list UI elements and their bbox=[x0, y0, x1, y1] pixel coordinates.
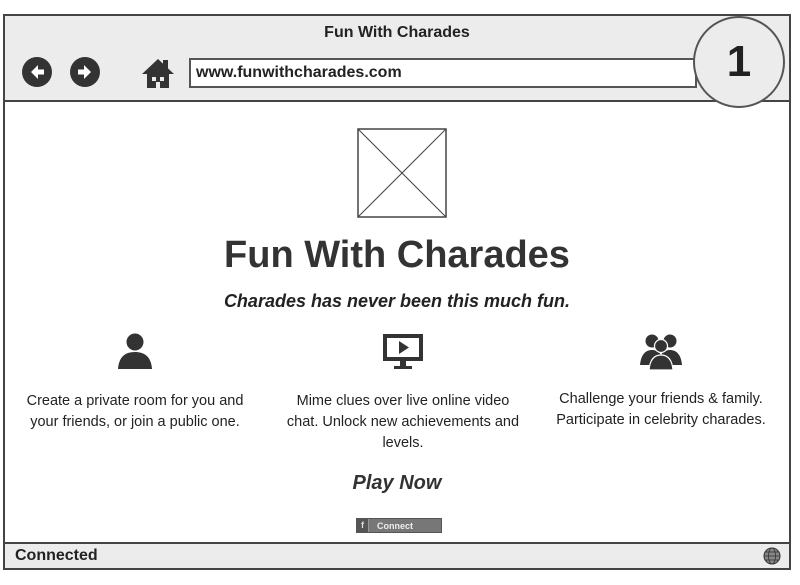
hero-title: Fun With Charades bbox=[224, 234, 570, 276]
status-bar: Connected bbox=[5, 542, 789, 568]
monitor-play-icon bbox=[383, 334, 423, 369]
browser-window: Fun With Charades www.funwithcharades.co… bbox=[3, 14, 791, 570]
feature-private-room: Create a private room for you and your f… bbox=[12, 331, 258, 433]
hero-subtitle: Charades has never been this much fun. bbox=[223, 291, 571, 311]
facebook-icon: f bbox=[357, 519, 369, 532]
home-button[interactable] bbox=[141, 57, 175, 89]
user-icon bbox=[118, 333, 152, 369]
forward-button[interactable] bbox=[70, 57, 100, 87]
arrow-right-icon bbox=[78, 65, 91, 79]
window-title: Fun With Charades bbox=[324, 24, 470, 41]
page-number-badge: 1 bbox=[693, 16, 785, 108]
connection-status: Connected bbox=[15, 547, 98, 564]
back-button[interactable] bbox=[22, 57, 52, 87]
connect-label: Connect bbox=[377, 520, 413, 531]
feature-text: Create a private room for you and your f… bbox=[26, 393, 244, 430]
feature-text: Mime clues over live online video chat. … bbox=[286, 393, 520, 451]
facebook-connect-button[interactable]: f Connect bbox=[356, 518, 442, 533]
feature-text: Challenge your friends & family. Partici… bbox=[556, 391, 766, 428]
feature-challenge-friends: Challenge your friends & family. Partici… bbox=[538, 331, 784, 431]
url-input[interactable]: www.funwithcharades.com bbox=[189, 58, 697, 88]
play-now-heading: Play Now bbox=[352, 472, 442, 494]
image-placeholder-icon bbox=[357, 128, 447, 218]
globe-icon bbox=[763, 547, 781, 565]
feature-video-chat: Mime clues over live online video chat. … bbox=[280, 331, 526, 454]
browser-toolbar: Fun With Charades www.funwithcharades.co… bbox=[5, 16, 789, 108]
group-icon bbox=[640, 334, 682, 371]
home-icon bbox=[142, 59, 174, 88]
arrow-left-icon bbox=[31, 65, 44, 79]
